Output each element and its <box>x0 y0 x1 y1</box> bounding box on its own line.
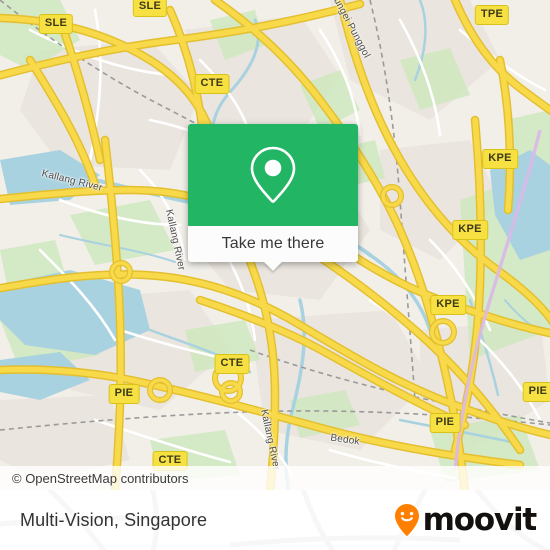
map-attribution-bar: © OpenStreetMap contributors <box>0 466 550 490</box>
highway-shield: CTE <box>214 354 250 374</box>
highway-shield: PIE <box>429 413 461 433</box>
highway-shield: SLE <box>132 0 168 17</box>
moovit-smiley-pin-icon <box>394 504 419 536</box>
highway-shield: PIE <box>108 384 140 404</box>
popup-action[interactable]: Take me there <box>188 226 358 271</box>
map-canvas[interactable]: SLE SLE CTE TPE KPE KPE KPE CTE PIE CTE PIE PIE Sun… <box>0 0 550 490</box>
highway-shield: KPE <box>482 149 518 169</box>
highway-shield: KPE <box>430 295 466 315</box>
highway-shield: CTE <box>194 74 230 94</box>
page-title: Multi-Vision, Singapore <box>20 509 208 530</box>
map-pin-icon <box>250 146 296 203</box>
highway-shield: PIE <box>522 382 550 402</box>
moovit-logo[interactable]: moovit <box>394 501 538 538</box>
footer-content: Multi-Vision, Singapore moovit <box>0 490 550 550</box>
footer-bar: Multi-Vision, Singapore moovit <box>0 490 550 550</box>
popup-action-label: Take me there <box>221 235 325 252</box>
highway-shield: KPE <box>452 220 488 240</box>
highway-shield: TPE <box>474 5 510 25</box>
attribution-text[interactable]: © OpenStreetMap contributors <box>0 471 189 486</box>
map-page: SLE SLE CTE TPE KPE KPE KPE CTE PIE CTE PIE PIE Sun… <box>0 0 550 550</box>
popup-tail <box>264 262 282 271</box>
highway-shield: SLE <box>38 14 74 34</box>
moovit-wordmark: moovit <box>422 501 538 538</box>
popup-image <box>188 124 358 226</box>
place-popup[interactable]: Take me there <box>188 124 358 271</box>
